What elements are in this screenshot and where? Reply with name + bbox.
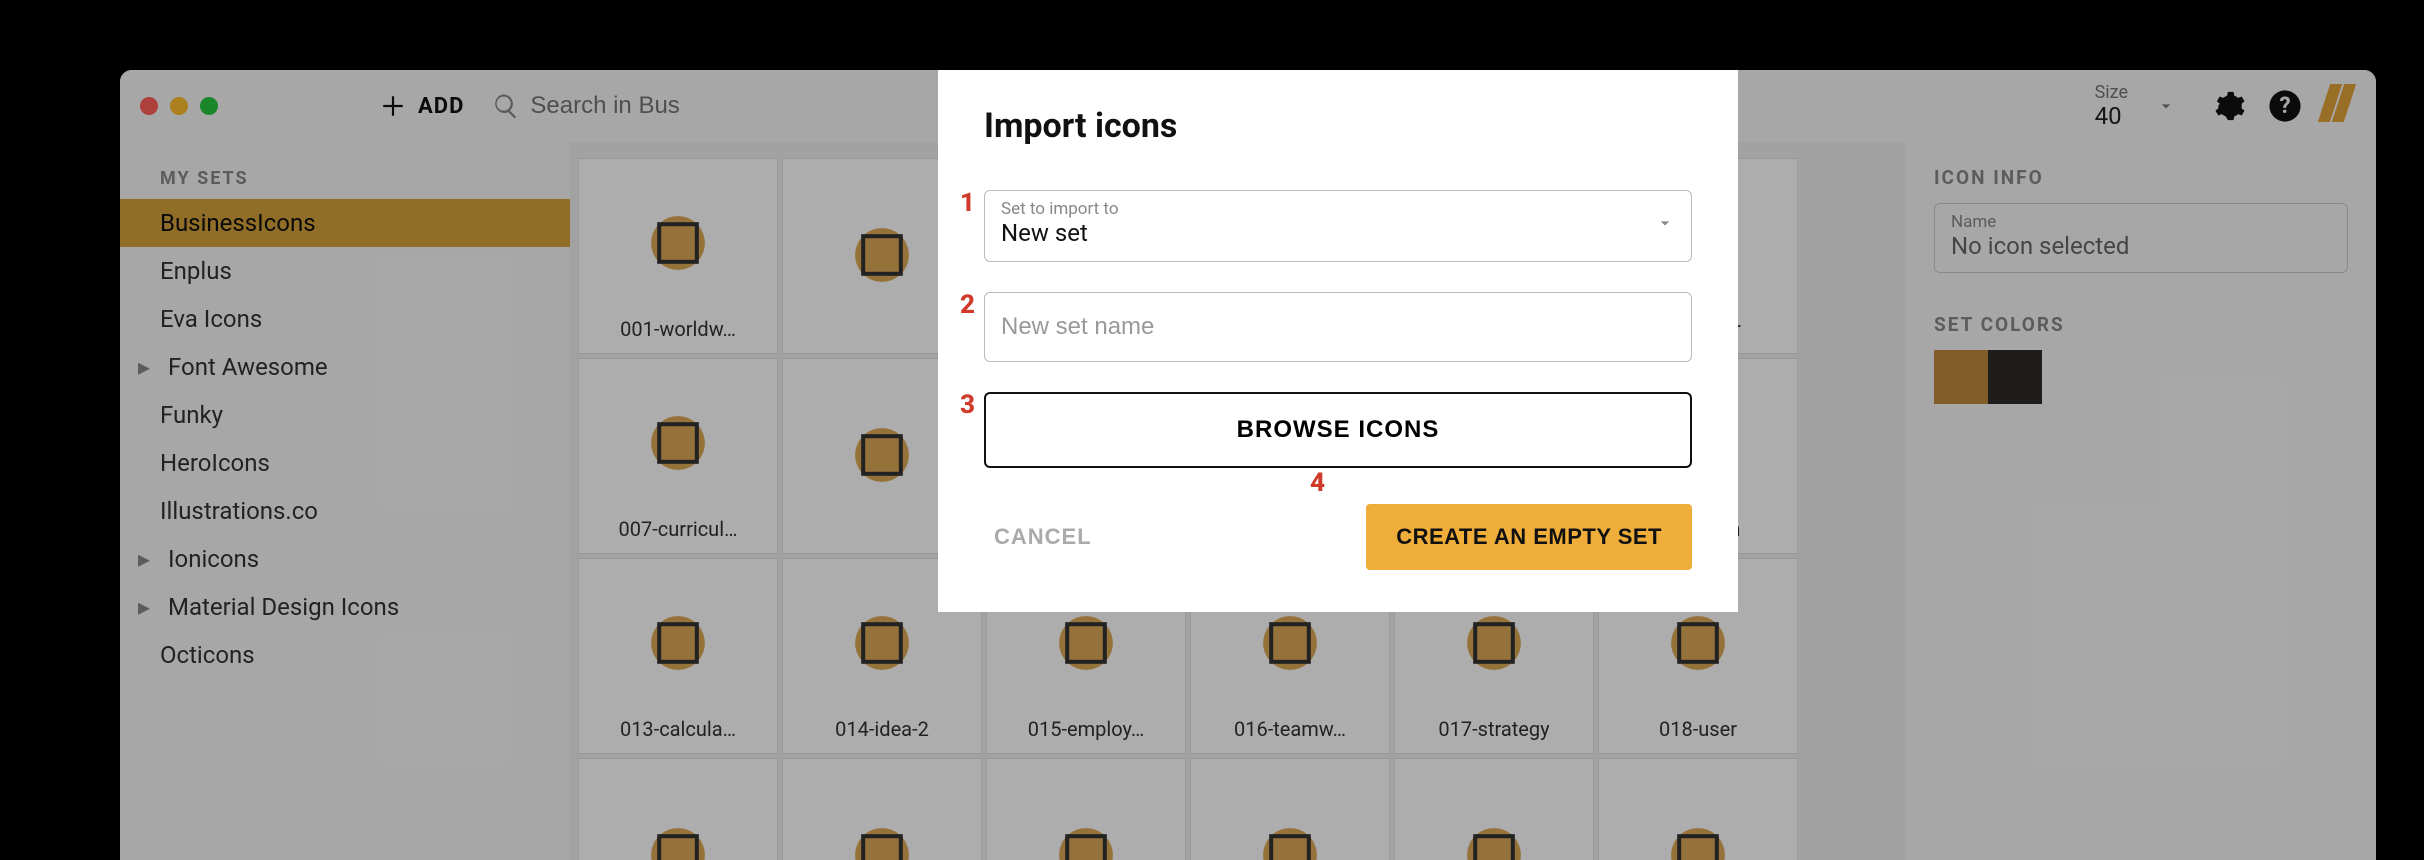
icon-card[interactable]: 013-calcula… (578, 558, 778, 754)
sidebar-item-funky[interactable]: Funky (120, 391, 570, 439)
sidebar-item-label: Enplus (160, 257, 232, 285)
inspector-title: ICON INFO (1934, 166, 2348, 189)
sidebar-item-eva-icons[interactable]: Eva Icons (120, 295, 570, 343)
modal-title: Import icons (984, 106, 1692, 146)
maximize-window-button[interactable] (200, 97, 218, 115)
size-select[interactable]: Size 40 (2095, 83, 2176, 129)
icon-caption: 015-employ… (1028, 717, 1145, 741)
chevron-right-icon: ▸ (136, 353, 152, 381)
icon-card[interactable]: 007-curricul… (578, 358, 778, 554)
icon-thumbnail (839, 769, 925, 860)
browse-icons-button[interactable]: BROWSE ICONS (984, 392, 1692, 468)
cancel-button[interactable]: CANCEL (994, 524, 1092, 550)
step-marker-2: 2 (960, 290, 975, 320)
icon-thumbnail (1247, 769, 1333, 860)
color-swatches (1934, 350, 2348, 404)
icon-name-label: Name (1951, 212, 2331, 232)
chevron-down-icon (1655, 213, 1675, 233)
app-window: ADD Size 40 ? MY SETS Bus (120, 70, 2376, 860)
icon-thumbnail (1451, 769, 1537, 860)
icon-caption: 001-worldw… (620, 317, 736, 341)
chevron-right-icon: ▸ (136, 545, 152, 573)
icon-caption: 018-user (1659, 717, 1737, 741)
sidebar-item-businessicons[interactable]: BusinessIcons (120, 199, 570, 247)
minimize-window-button[interactable] (170, 97, 188, 115)
sidebar-item-label: Octicons (160, 641, 255, 669)
icon-thumbnail (1043, 769, 1129, 860)
step-marker-1: 1 (960, 188, 975, 218)
plus-icon (380, 93, 406, 119)
icon-name-value: No icon selected (1951, 232, 2331, 260)
add-button[interactable]: ADD (380, 93, 464, 119)
new-set-name-input[interactable] (984, 292, 1692, 362)
sidebar-item-label: Illustrations.co (160, 497, 318, 525)
icon-card[interactable] (1190, 758, 1390, 860)
chevron-down-icon (2156, 96, 2176, 116)
sidebar-item-label: Ionicons (168, 545, 259, 573)
icon-thumbnail (635, 569, 721, 717)
icon-name-field: Name No icon selected (1934, 203, 2348, 273)
sidebar-title: MY SETS (120, 154, 570, 199)
sidebar-item-label: Font Awesome (168, 353, 328, 381)
icon-card[interactable] (1394, 758, 1594, 860)
search-icon (492, 92, 520, 120)
import-target-value: New set (1001, 219, 1119, 247)
step-marker-3: 3 (960, 390, 975, 420)
sidebar-item-ionicons[interactable]: ▸ Ionicons (120, 535, 570, 583)
chevron-right-icon: ▸ (136, 593, 152, 621)
brand-logo (2322, 84, 2350, 128)
import-target-select[interactable]: Set to import to New set (984, 190, 1692, 262)
size-label: Size (2095, 83, 2128, 103)
sidebar-item-label: Funky (160, 401, 223, 429)
sidebar-item-heroicons[interactable]: HeroIcons (120, 439, 570, 487)
sidebar-item-material-design-icons[interactable]: ▸ Material Design Icons (120, 583, 570, 631)
icon-thumbnail (1655, 769, 1741, 860)
icon-thumbnail (839, 169, 925, 341)
icon-caption: 014-idea-2 (835, 717, 929, 741)
sidebar-item-label: Material Design Icons (168, 593, 399, 621)
icon-card[interactable]: 001-worldw… (578, 158, 778, 354)
icon-caption: 013-calcula… (620, 717, 736, 741)
sidebar-item-label: Eva Icons (160, 305, 262, 333)
icon-caption: 016-teamw… (1234, 717, 1346, 741)
window-controls (140, 97, 218, 115)
icon-thumbnail (635, 169, 721, 317)
settings-button[interactable] (2212, 89, 2246, 123)
icon-card[interactable] (782, 758, 982, 860)
add-label: ADD (418, 94, 464, 119)
step-marker-4: 4 (1310, 468, 1325, 498)
sidebar: MY SETS BusinessIcons Enplus Eva Icons ▸ Fon… (120, 142, 570, 860)
size-value: 40 (2095, 103, 2128, 129)
sidebar-item-label: BusinessIcons (160, 209, 316, 237)
sidebar-item-octicons[interactable]: Octicons (120, 631, 570, 679)
svg-text:?: ? (2279, 92, 2290, 119)
set-colors-title: SET COLORS (1934, 313, 2348, 336)
import-modal: Import icons 1 Set to import to New set … (938, 70, 1738, 612)
inspector: ICON INFO Name No icon selected SET COLO… (1906, 142, 2376, 860)
color-swatch[interactable] (1934, 350, 1988, 404)
gear-icon (2212, 89, 2246, 123)
help-button[interactable]: ? (2268, 89, 2302, 123)
color-swatch[interactable] (1988, 350, 2042, 404)
close-window-button[interactable] (140, 97, 158, 115)
icon-card[interactable] (986, 758, 1186, 860)
sidebar-item-enplus[interactable]: Enplus (120, 247, 570, 295)
toolbar-icons: ? (2212, 89, 2302, 123)
help-icon: ? (2268, 89, 2302, 123)
sidebar-item-font-awesome[interactable]: ▸ Font Awesome (120, 343, 570, 391)
icon-card[interactable] (1598, 758, 1798, 860)
sidebar-item-label: HeroIcons (160, 449, 270, 477)
icon-thumbnail (839, 569, 925, 717)
icon-thumbnail (839, 369, 925, 541)
import-target-label: Set to import to (1001, 199, 1119, 219)
icon-caption: 017-strategy (1438, 717, 1549, 741)
icon-thumbnail (635, 769, 721, 860)
icon-card[interactable] (578, 758, 778, 860)
create-empty-set-button[interactable]: CREATE AN EMPTY SET (1366, 504, 1692, 570)
icon-caption: 007-curricul… (619, 517, 738, 541)
icon-thumbnail (635, 369, 721, 517)
sidebar-item-illustrations-co[interactable]: Illustrations.co (120, 487, 570, 535)
